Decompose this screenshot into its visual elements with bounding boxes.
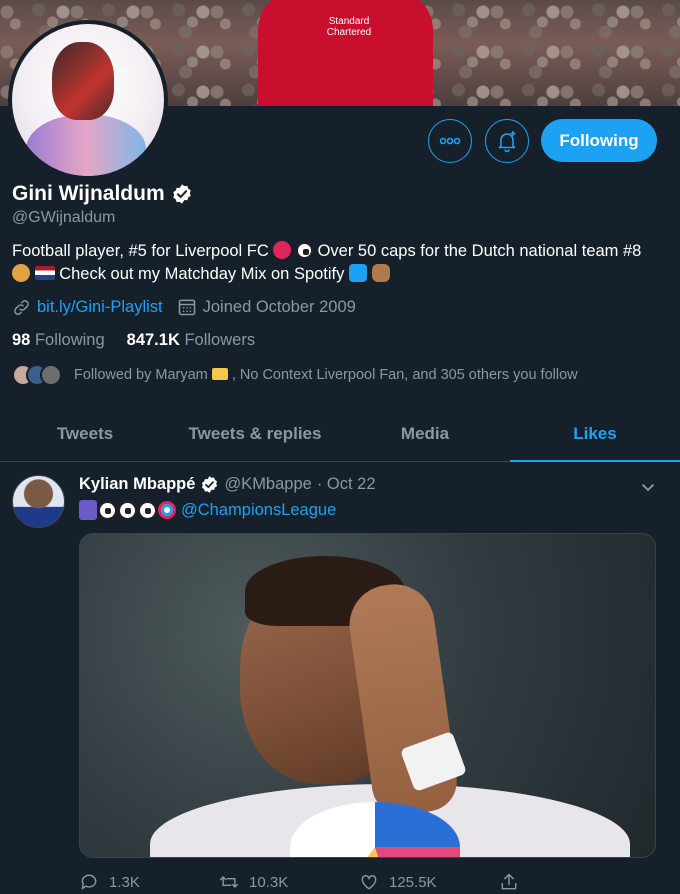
- mini-avatar: [40, 364, 62, 386]
- banner-player-image: Standard Chartered: [258, 0, 433, 106]
- like-count: 125.5K: [389, 873, 437, 891]
- profile-tabs: Tweets Tweets & replies Media Likes: [0, 407, 680, 462]
- tweet-author-handle[interactable]: @KMbappe: [224, 475, 311, 494]
- netherlands-flag-emoji: [34, 266, 55, 280]
- soccer-ball-emoji: [98, 500, 117, 520]
- media-hands-shape: [344, 579, 461, 819]
- lion-emoji: [12, 264, 30, 282]
- bio-text-3: Check out my Matchday Mix on Spotify: [59, 265, 345, 283]
- link-icon: [14, 299, 29, 315]
- avatar-face-shape: [52, 42, 114, 120]
- tweet-header: Kylian Mbappé @KMbappe · Oct 22: [79, 475, 376, 494]
- bell-plus-icon: [498, 131, 516, 153]
- retweet-button[interactable]: 10.3K: [219, 872, 359, 892]
- avatar-body-shape: [26, 114, 146, 176]
- display-name: Gini Wijnaldum: [12, 182, 165, 205]
- tab-media[interactable]: Media: [340, 407, 510, 461]
- red-circle-emoji: [273, 241, 292, 259]
- reply-count: 1.3K: [109, 873, 140, 891]
- followed-by-text: Followed by Maryam: [74, 367, 208, 383]
- calendar-icon: [178, 299, 195, 316]
- pointing-down-emoji: [371, 264, 390, 282]
- tweet-author-avatar[interactable]: [12, 475, 65, 528]
- tweet-author-name[interactable]: Kylian Mbappé: [79, 475, 195, 494]
- tab-likes[interactable]: Likes: [510, 407, 680, 462]
- soccer-ball-emoji: [118, 500, 137, 520]
- following-button[interactable]: Following: [541, 119, 657, 162]
- soccer-ball-emoji: [138, 500, 157, 520]
- crown-emoji: [211, 368, 228, 380]
- heart-icon: [361, 875, 377, 890]
- tab-tweets[interactable]: Tweets: [0, 407, 170, 461]
- retweet-count: 10.3K: [249, 873, 289, 891]
- following-count-link[interactable]: 98 Following: [12, 331, 105, 350]
- profile-counts: 98 Following 847.1K Followers: [12, 331, 255, 350]
- bio-text-1: Football player, #5 for Liverpool FC: [12, 242, 269, 260]
- followers-count: 847.1K: [126, 331, 180, 349]
- chevron-down-icon[interactable]: [640, 479, 656, 495]
- following-count: 98: [12, 331, 31, 349]
- share-icon: [501, 873, 517, 890]
- banner-sponsor-text: Standard Chartered: [326, 16, 372, 38]
- notifications-button[interactable]: [485, 119, 529, 163]
- tweet-text: @ChampionsLeague: [79, 500, 336, 520]
- followed-by-row[interactable]: Followed by Maryam , No Context Liverpoo…: [12, 364, 578, 386]
- tab-tweets-replies[interactable]: Tweets & replies: [170, 407, 340, 461]
- profile-bio: Football player, #5 for Liverpool FC Ove…: [12, 240, 662, 286]
- profile-name: Gini Wijnaldum: [12, 182, 193, 206]
- following-label: Following: [34, 331, 105, 349]
- followed-by-rest: , No Context Liverpool Fan, and 305 othe…: [231, 367, 578, 383]
- joined-date: Joined October 2009: [202, 297, 356, 316]
- retweet-icon: [219, 876, 239, 888]
- tweet-media-image[interactable]: [79, 533, 656, 858]
- profile-avatar[interactable]: [8, 20, 168, 180]
- followers-count-link[interactable]: 847.1K Followers: [127, 331, 255, 350]
- profile-link[interactable]: bit.ly/Gini-Playlist: [37, 298, 163, 317]
- profile-avatar-image: [12, 24, 164, 176]
- profile-meta: bit.ly/Gini-Playlist Joined October 2009: [12, 297, 356, 317]
- reply-button[interactable]: 1.3K: [79, 872, 219, 892]
- target-emoji: [158, 501, 176, 519]
- verified-badge-icon: [202, 476, 218, 493]
- share-button[interactable]: [499, 872, 639, 892]
- followers-label: Followers: [184, 331, 256, 349]
- more-options-button[interactable]: [428, 119, 472, 163]
- soccer-ball-emoji: [296, 242, 313, 259]
- tweet-date[interactable]: · Oct 22: [317, 475, 376, 494]
- tweet-mention[interactable]: @ChampionsLeague: [181, 501, 336, 520]
- more-dots-icon: [439, 137, 461, 145]
- tweet-actions: 1.3K 10.3K 125.5K: [79, 872, 639, 892]
- purple-jar-emoji: [79, 500, 97, 520]
- bio-text-2: Over 50 caps for the Dutch national team…: [317, 242, 642, 260]
- followed-by-avatars: [12, 364, 62, 386]
- like-button[interactable]: 125.5K: [359, 872, 499, 892]
- verified-badge-icon: [172, 184, 191, 204]
- profile-handle: @GWijnaldum: [12, 209, 116, 226]
- reply-icon: [81, 874, 97, 890]
- music-note-emoji: [348, 264, 367, 282]
